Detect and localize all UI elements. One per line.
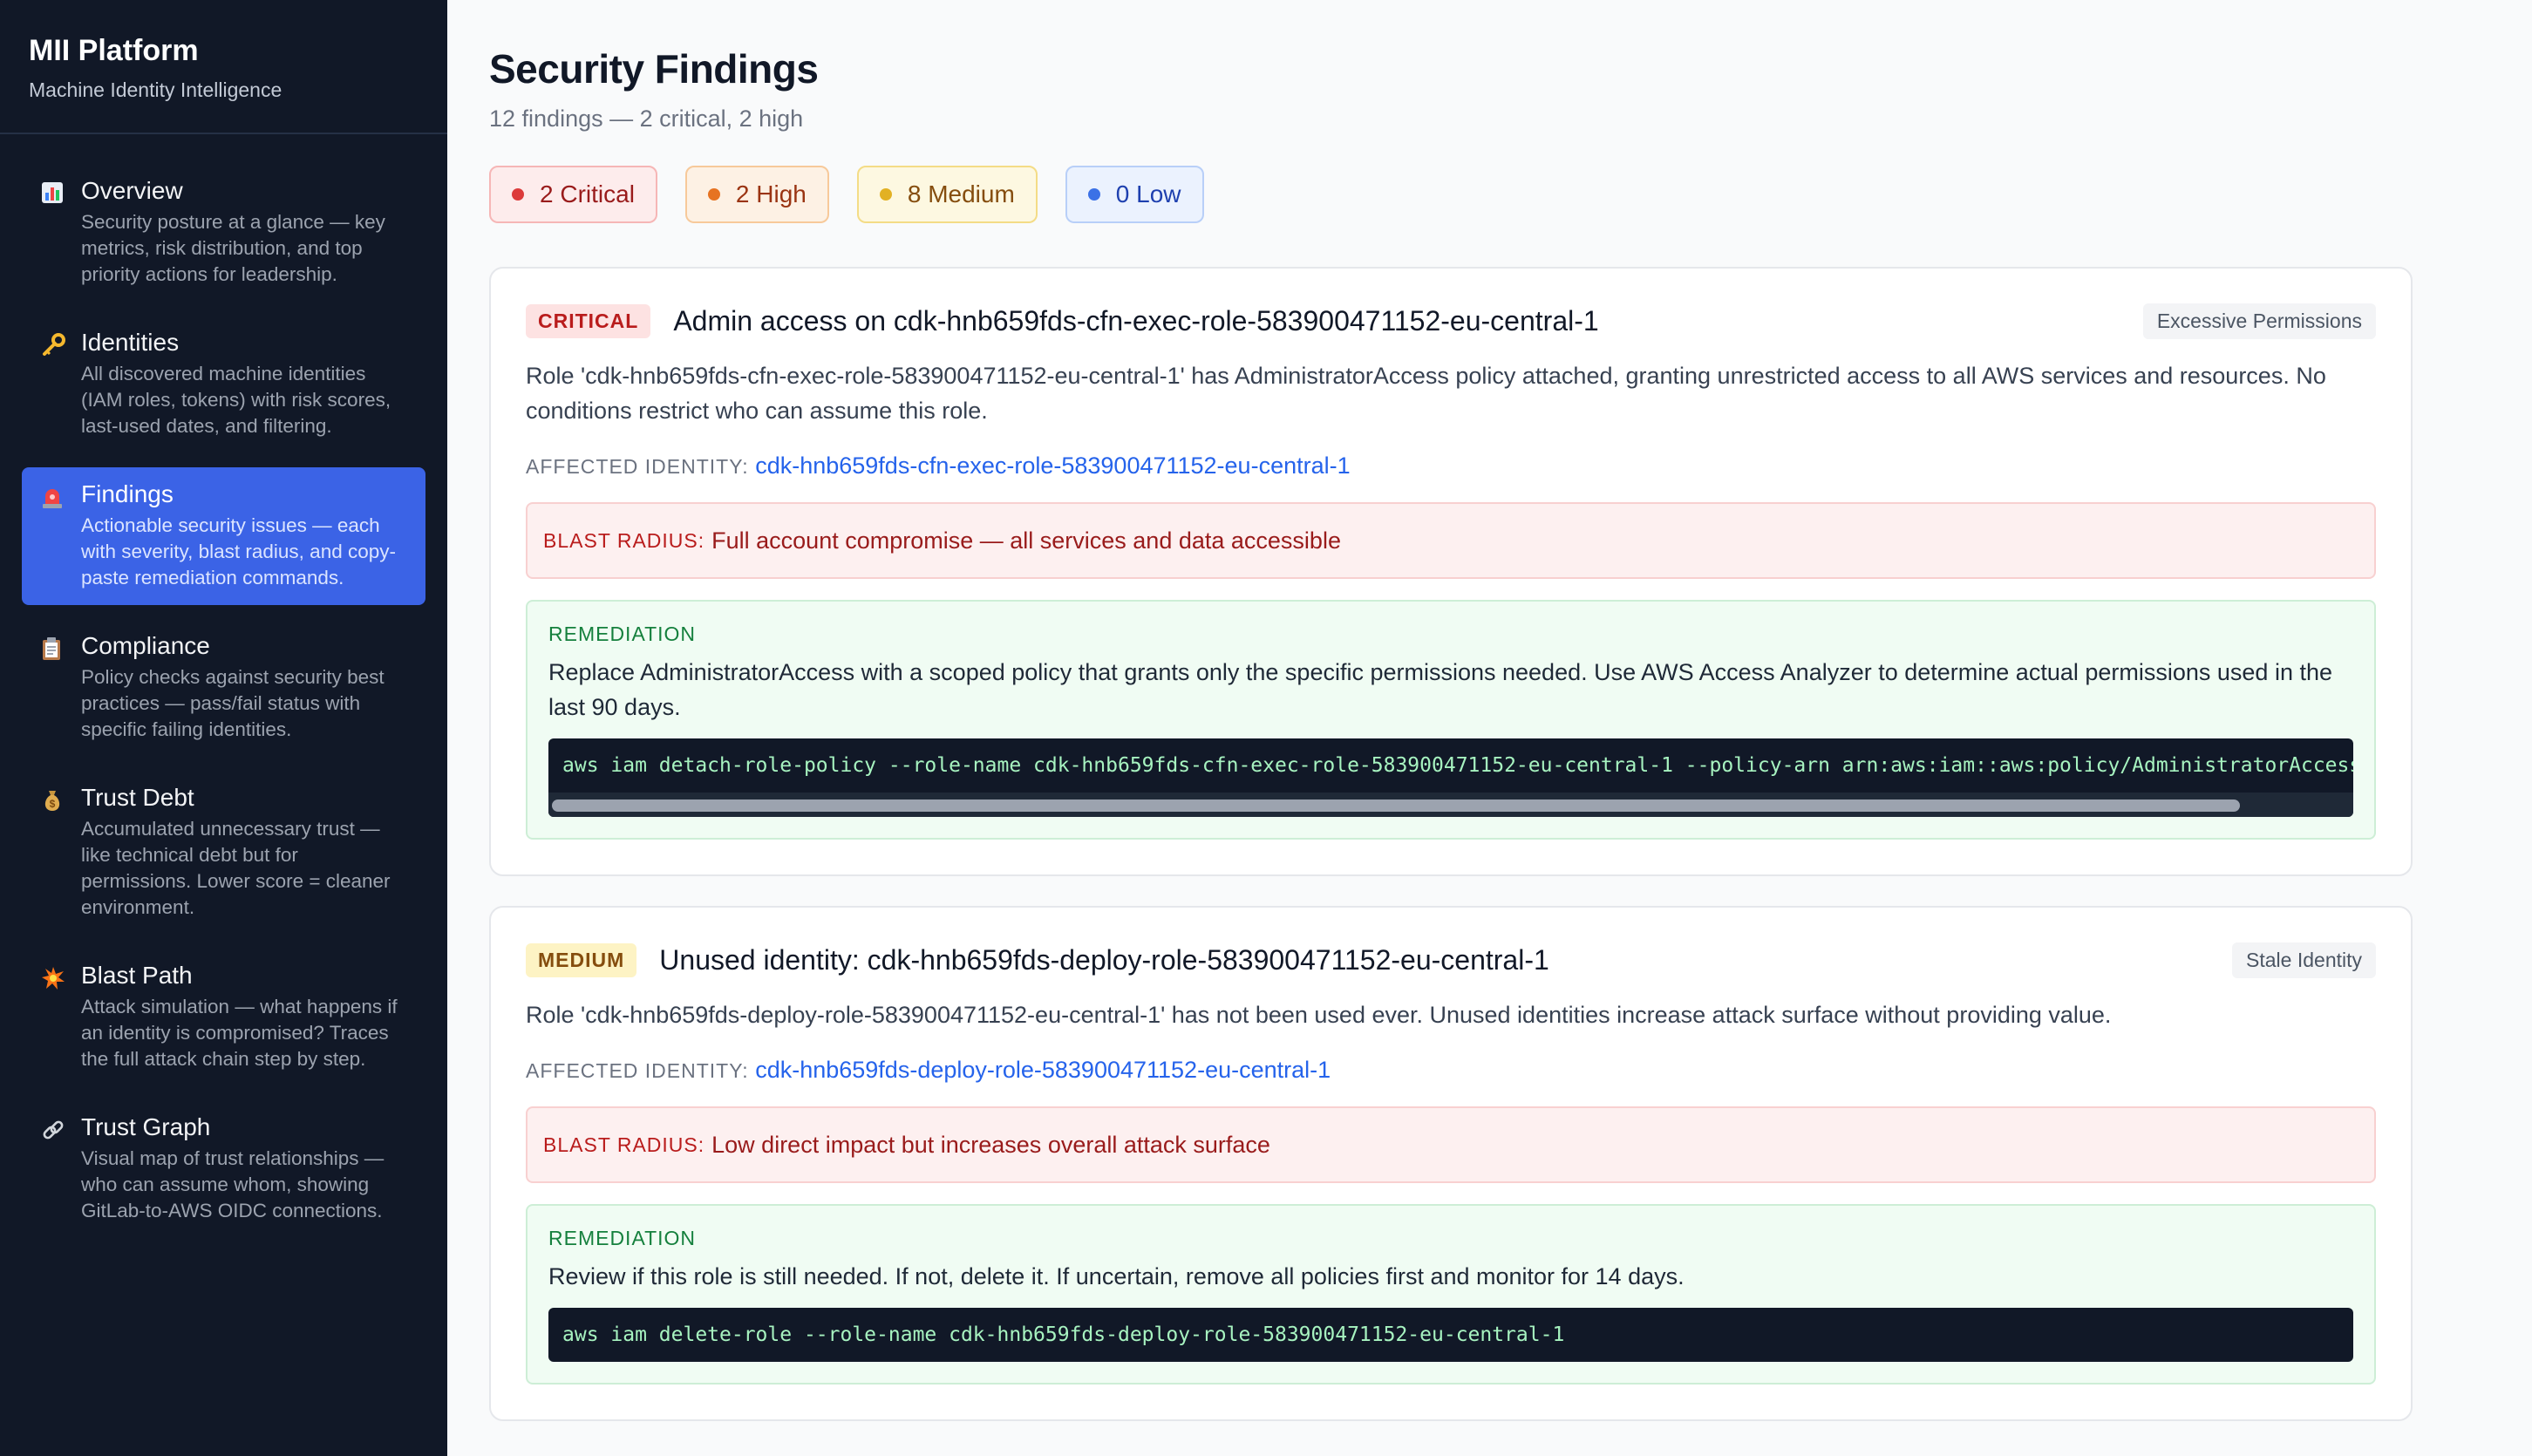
command-text[interactable]: aws iam delete-role --role-name cdk-hnb6… [548, 1308, 2353, 1362]
siren-icon [41, 480, 81, 591]
severity-badge: CRITICAL [526, 304, 651, 338]
sidebar-item-label: Trust Debt [81, 784, 194, 811]
affected-identity: AFFECTED IDENTITY: cdk-hnb659fds-cfn-exe… [526, 452, 2376, 480]
finding-title: Admin access on cdk-hnb659fds-cfn-exec-r… [673, 305, 1599, 337]
category-tag: Excessive Permissions [2142, 303, 2376, 339]
sidebar-item-description: Accumulated unnecessary trust — like tec… [81, 818, 391, 918]
bar-chart-icon [41, 176, 81, 288]
sidebar-item-description: All discovered machine identities (IAM r… [81, 363, 391, 437]
remediation-label: REMEDIATION [548, 623, 697, 645]
critical-count-badge[interactable]: 2 Critical [489, 166, 657, 223]
low-dot-icon [1087, 188, 1100, 201]
sidebar-item-trust-debt[interactable]: $ Trust Debt Accumulated unnecessary tru… [22, 771, 425, 935]
sidebar-item-label: Identities [81, 329, 180, 356]
high-dot-icon [707, 188, 720, 201]
medium-dot-icon [879, 188, 892, 201]
sidebar-item-label: Findings [81, 480, 174, 507]
horizontal-scrollbar[interactable] [548, 793, 2353, 817]
sidebar-item-label: Trust Graph [81, 1113, 211, 1140]
blast-radius: BLAST RADIUS: Low direct impact but incr… [526, 1106, 2376, 1183]
link-icon [41, 1112, 81, 1224]
high-count-label: 2 High [735, 180, 807, 208]
finding-description: Role 'cdk-hnb659fds-deploy-role-58390047… [526, 1002, 2112, 1028]
page-subtitle: 12 findings — 2 critical, 2 high [489, 105, 804, 132]
high-count-badge[interactable]: 2 High [684, 166, 829, 223]
affected-identity-label: AFFECTED IDENTITY: [526, 1059, 749, 1082]
remediation-command[interactable]: aws iam detach-role-policy --role-name c… [548, 738, 2353, 817]
severity-badge: MEDIUM [526, 943, 637, 977]
medium-count-label: 8 Medium [907, 180, 1015, 208]
brand: MII Platform Machine Identity Intelligen… [0, 0, 447, 134]
low-count-badge[interactable]: 0 Low [1065, 166, 1204, 223]
blast-radius-label: BLAST RADIUS: [543, 528, 705, 552]
remediation-label: REMEDIATION [548, 1227, 697, 1249]
sidebar-item-description: Policy checks against security best prac… [81, 666, 385, 740]
remediation-command[interactable]: aws iam delete-role --role-name cdk-hnb6… [548, 1308, 2353, 1362]
remediation-box: REMEDIATION Replace AdministratorAccess … [526, 600, 2376, 840]
remediation-box: REMEDIATION Review if this role is still… [526, 1204, 2376, 1385]
blast-radius-label: BLAST RADIUS: [543, 1133, 705, 1156]
page-title: Security Findings [489, 46, 819, 92]
finding-title: Unused identity: cdk-hnb659fds-deploy-ro… [659, 944, 1549, 976]
sidebar-item-trust-graph[interactable]: Trust Graph Visual map of trust relation… [22, 1100, 425, 1238]
blast-radius-text: Low direct impact but increases overall … [711, 1131, 1270, 1158]
category-tag: Stale Identity [2232, 942, 2376, 978]
key-icon [41, 328, 81, 439]
sidebar-item-description: Visual map of trust relationships — who … [81, 1147, 385, 1221]
affected-identity: AFFECTED IDENTITY: cdk-hnb659fds-deploy-… [526, 1057, 2376, 1084]
sidebar-item-label: Compliance [81, 632, 210, 659]
sidebar-item-description: Attack simulation — what happens if an i… [81, 996, 398, 1070]
money-bag-icon: $ [41, 783, 81, 921]
sidebar-item-identities[interactable]: Identities All discovered machine identi… [22, 316, 425, 453]
finding-card: CRITICAL Admin access on cdk-hnb659fds-c… [489, 267, 2413, 876]
sidebar-item-overview[interactable]: Overview Security posture at a glance — … [22, 164, 425, 302]
finding-card: MEDIUM Unused identity: cdk-hnb659fds-de… [489, 906, 2413, 1421]
sidebar-item-label: Overview [81, 177, 183, 204]
affected-identity-label: AFFECTED IDENTITY: [526, 455, 749, 478]
command-text[interactable]: aws iam detach-role-policy --role-name c… [548, 738, 2353, 793]
svg-text:$: $ [50, 798, 56, 810]
remediation-text: Replace AdministratorAccess with a scope… [548, 659, 2333, 720]
main-content: Security Findings 12 findings — 2 critic… [489, 0, 2413, 1421]
sidebar-item-compliance[interactable]: Compliance Policy checks against securit… [22, 619, 425, 757]
explosion-icon [41, 961, 81, 1072]
affected-identity-link[interactable]: cdk-hnb659fds-cfn-exec-role-583900471152… [755, 452, 1350, 479]
clipboard-icon [41, 631, 81, 743]
sidebar: MII Platform Machine Identity Intelligen… [0, 0, 447, 1456]
scrollbar-thumb[interactable] [552, 799, 2240, 812]
severity-summary: 2 Critical 2 High 8 Medium 0 Low [489, 166, 2413, 223]
sidebar-item-blast-path[interactable]: Blast Path Attack simulation — what happ… [22, 949, 425, 1086]
affected-identity-link[interactable]: cdk-hnb659fds-deploy-role-583900471152-e… [755, 1057, 1331, 1083]
medium-count-badge[interactable]: 8 Medium [856, 166, 1038, 223]
critical-count-label: 2 Critical [540, 180, 635, 208]
brand-subtitle: Machine Identity Intelligence [29, 78, 282, 101]
critical-dot-icon [512, 188, 524, 201]
sidebar-item-label: Blast Path [81, 962, 193, 989]
remediation-text: Review if this role is still needed. If … [548, 1263, 1685, 1289]
low-count-label: 0 Low [1115, 180, 1181, 208]
brand-title: MII Platform [29, 34, 199, 67]
sidebar-item-description: Actionable security issues — each with s… [81, 514, 396, 589]
blast-radius-text: Full account compromise — all services a… [711, 527, 1341, 554]
finding-description: Role 'cdk-hnb659fds-cfn-exec-role-583900… [526, 363, 2326, 424]
sidebar-item-description: Security posture at a glance — key metri… [81, 211, 385, 285]
blast-radius: BLAST RADIUS: Full account compromise — … [526, 502, 2376, 579]
sidebar-item-findings[interactable]: Findings Actionable security issues — ea… [22, 467, 425, 605]
sidebar-nav: Overview Security posture at a glance — … [0, 134, 447, 1238]
